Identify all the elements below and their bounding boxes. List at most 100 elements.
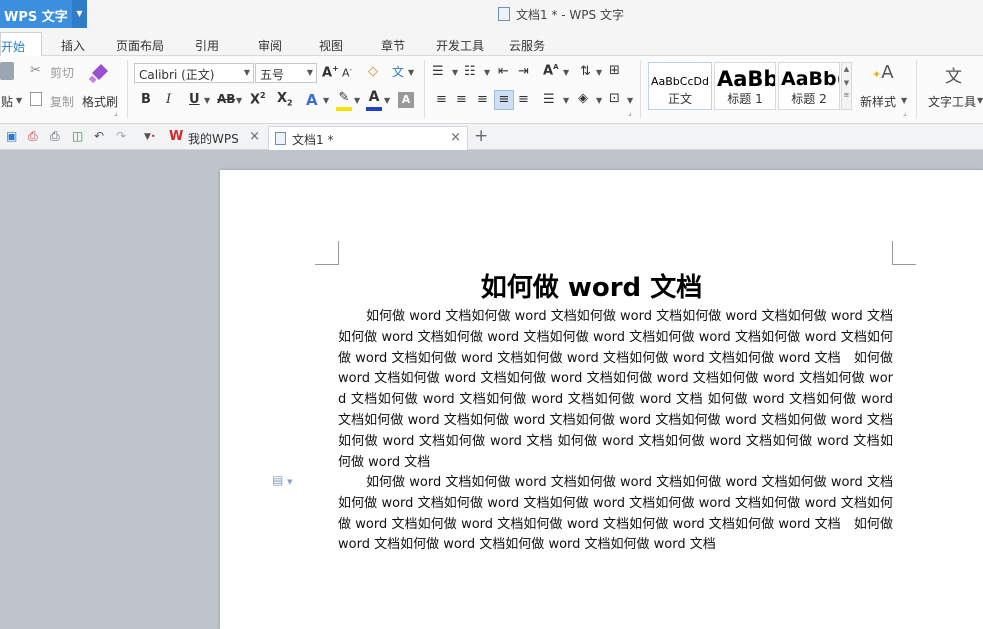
- align-left-icon[interactable]: ≡: [436, 92, 447, 107]
- italic-icon[interactable]: I: [166, 92, 171, 107]
- copy-button[interactable]: 复制: [50, 93, 74, 110]
- chevron-down-icon[interactable]: ▼: [204, 96, 210, 105]
- font-name-select[interactable]: Calibri (正文) ▼: [134, 63, 254, 83]
- increase-indent-icon[interactable]: ⇥: [518, 64, 529, 79]
- document-paragraph[interactable]: 如何做 word 文档如何做 word 文档如何做 word 文档如何做 wor…: [338, 307, 893, 473]
- document-page[interactable]: 如何做 word 文档 如何做 word 文档如何做 word 文档如何做 wo…: [220, 170, 983, 629]
- shrink-font-icon[interactable]: A-: [342, 66, 352, 80]
- close-icon[interactable]: ×: [249, 129, 260, 144]
- text-effect-icon[interactable]: A: [306, 91, 318, 109]
- chevron-down-icon[interactable]: ▼: [563, 68, 569, 77]
- paragraph-launcher-icon[interactable]: ⌟: [628, 108, 632, 117]
- style-heading-2[interactable]: AaBb( 标题 2: [778, 62, 840, 110]
- align-right-icon[interactable]: ≡: [477, 92, 488, 107]
- chevron-down-icon[interactable]: ▼: [236, 96, 242, 105]
- redo-icon[interactable]: ↷: [116, 129, 126, 143]
- new-tab-icon[interactable]: +: [474, 126, 488, 146]
- line-spacing-icon[interactable]: ☰: [543, 92, 555, 107]
- clipboard-launcher-icon[interactable]: ⌟: [114, 108, 118, 117]
- chevron-down-icon[interactable]: ▼: [842, 79, 851, 87]
- tab-view[interactable]: 视图: [319, 37, 343, 54]
- chevron-down-icon[interactable]: ▼: [901, 96, 907, 105]
- chevron-down-icon[interactable]: ▼: [354, 96, 360, 105]
- print-icon[interactable]: ⎙: [50, 129, 60, 144]
- tab-developer[interactable]: 开发工具: [436, 37, 484, 54]
- save-icon[interactable]: ▣: [6, 129, 17, 143]
- new-style-button[interactable]: 新样式: [860, 93, 896, 110]
- paragraph-shading-icon[interactable]: ◈: [578, 91, 588, 106]
- text-tools-icon[interactable]: 文: [945, 62, 962, 87]
- paragraph-layout-icon[interactable]: ▤ ▼: [272, 473, 293, 487]
- decrease-indent-icon[interactable]: ⇤: [498, 64, 509, 79]
- copy-icon[interactable]: [30, 92, 42, 106]
- format-painter-button[interactable]: 格式刷: [82, 93, 118, 110]
- change-case-icon[interactable]: AA: [543, 63, 558, 78]
- document-heading[interactable]: 如何做 word 文档: [220, 267, 963, 304]
- bullet-list-icon[interactable]: ☰: [432, 64, 444, 79]
- chevron-down-icon[interactable]: ▼: [384, 96, 390, 105]
- tab-review[interactable]: 审阅: [258, 37, 282, 54]
- style-normal[interactable]: AaBbCcDd 正文: [648, 62, 712, 110]
- clear-format-icon[interactable]: ◇: [368, 64, 378, 79]
- chevron-down-icon[interactable]: ▼: [977, 96, 983, 105]
- tab-cloud[interactable]: 云服务: [509, 37, 545, 54]
- numbered-list-icon[interactable]: ☷: [464, 64, 476, 79]
- styles-launcher-icon[interactable]: ⌟: [903, 108, 907, 117]
- tab-insert[interactable]: 插入: [61, 37, 85, 54]
- export-pdf-icon[interactable]: ⎙: [28, 129, 38, 144]
- align-center-icon[interactable]: ≡: [456, 92, 467, 107]
- divider: [127, 60, 128, 118]
- app-menu-chevron-icon[interactable]: ▼: [72, 0, 87, 28]
- borders-icon[interactable]: ⊡: [609, 91, 620, 106]
- underline-icon[interactable]: U: [189, 92, 200, 107]
- tab-page-layout[interactable]: 页面布局: [116, 37, 164, 54]
- chevron-down-icon[interactable]: ▼: [627, 96, 633, 105]
- tab-label: 开始: [1, 40, 26, 54]
- strikethrough-icon[interactable]: AB: [217, 92, 235, 106]
- print-preview-icon[interactable]: ◫: [72, 129, 83, 143]
- bold-icon[interactable]: B: [141, 92, 151, 107]
- paste-button[interactable]: 贴: [1, 93, 13, 110]
- format-painter-icon[interactable]: [88, 62, 110, 84]
- grow-font-icon[interactable]: A+: [322, 64, 339, 80]
- justify-icon[interactable]: ≡: [494, 90, 514, 110]
- chevron-down-icon[interactable]: ▼: [323, 96, 329, 105]
- undo-icon[interactable]: ↶: [94, 129, 104, 143]
- document-workspace: 如何做 word 文档 如何做 word 文档如何做 word 文档如何做 wo…: [0, 150, 983, 629]
- chevron-down-icon[interactable]: ▼: [484, 68, 490, 77]
- text-tools-button[interactable]: 文字工具: [928, 93, 976, 110]
- doc-tab-document1[interactable]: 文档1 * ×: [268, 126, 468, 150]
- new-style-icon[interactable]: ✦A: [872, 62, 894, 83]
- character-shading-icon[interactable]: A: [398, 92, 414, 108]
- phonetic-guide-icon[interactable]: 文: [392, 63, 404, 80]
- table-grid-icon[interactable]: ⊞: [609, 63, 620, 78]
- cut-button[interactable]: 剪切: [50, 64, 74, 81]
- app-menu-button[interactable]: WPS 文字 ▼: [0, 0, 87, 28]
- chevron-down-icon[interactable]: ▼: [596, 96, 602, 105]
- tab-references[interactable]: 引用: [195, 37, 219, 54]
- styles-scrollbar[interactable]: ▲ ▼ ≡: [841, 62, 852, 110]
- chevron-down-icon[interactable]: ▼: [452, 68, 458, 77]
- tab-sections[interactable]: 章节: [381, 37, 405, 54]
- distributed-align-icon[interactable]: ≡: [518, 92, 529, 107]
- doc-tab-my-wps[interactable]: W 我的WPS ×: [164, 126, 266, 150]
- font-size-select[interactable]: 五号 ▼: [255, 63, 317, 83]
- document-paragraph[interactable]: 如何做 word 文档如何做 word 文档如何做 word 文档如何做 wor…: [338, 473, 893, 556]
- chevron-down-icon[interactable]: ▼: [563, 96, 569, 105]
- scissors-icon[interactable]: ✂: [30, 63, 41, 78]
- paste-icon[interactable]: [0, 62, 14, 80]
- sort-icon[interactable]: ⇅: [580, 64, 591, 79]
- subscript-icon[interactable]: X2: [277, 91, 293, 108]
- superscript-icon[interactable]: X2: [250, 91, 266, 107]
- expand-gallery-icon[interactable]: ≡: [842, 91, 851, 99]
- close-icon[interactable]: ×: [450, 130, 461, 145]
- highlight-icon[interactable]: ✎: [336, 90, 352, 111]
- chevron-up-icon[interactable]: ▲: [842, 65, 851, 73]
- chevron-down-icon[interactable]: ▼: [596, 68, 602, 77]
- customize-toolbar-icon[interactable]: ▼•: [144, 132, 156, 142]
- paste-chevron-icon[interactable]: ▼: [16, 96, 22, 105]
- font-color-icon[interactable]: A: [366, 89, 382, 111]
- tab-start[interactable]: 开始: [0, 32, 42, 56]
- chevron-down-icon[interactable]: ▼: [408, 68, 414, 77]
- style-heading-1[interactable]: AaBb 标题 1: [714, 62, 776, 110]
